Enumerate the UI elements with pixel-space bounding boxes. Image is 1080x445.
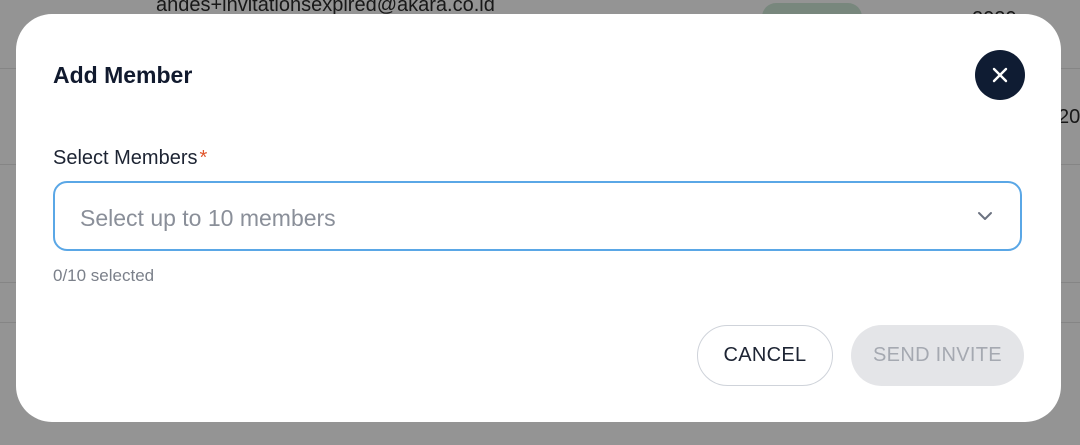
dialog-title: Add Member [53, 62, 193, 88]
page: andes+invitationsexpired@akara.co.id 202… [0, 0, 1080, 445]
add-member-dialog: Add Member Select Members * Select up to … [16, 14, 1061, 422]
selected-count: 0/10 selected [53, 266, 155, 285]
required-marker: * [199, 147, 208, 169]
close-button[interactable] [975, 50, 1025, 100]
cancel-button[interactable]: CANCEL [697, 325, 833, 386]
select-members-label: Select Members * [53, 147, 207, 170]
chevron-down-icon [978, 212, 992, 220]
select-members-placeholder: Select up to 10 members [80, 205, 336, 231]
select-members-dropdown[interactable]: Select up to 10 members [53, 181, 1022, 251]
select-members-label-text: Select Members [53, 147, 198, 169]
close-icon [992, 67, 1008, 83]
send-invite-button[interactable]: SEND INVITE [851, 325, 1024, 386]
